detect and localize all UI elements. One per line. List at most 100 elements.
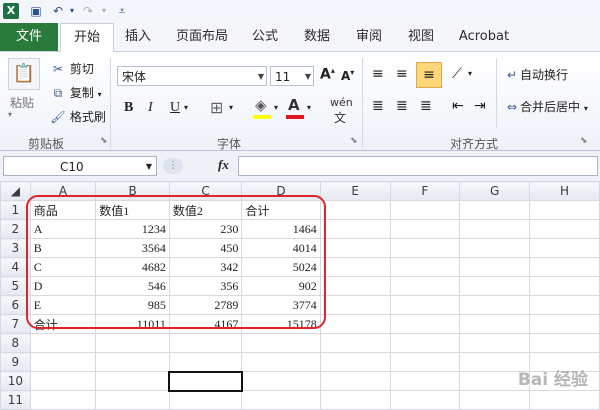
align-middle-icon[interactable]: ≡ <box>396 66 408 82</box>
formula-bar-grip-icon[interactable]: ⋮ <box>163 158 183 174</box>
table-cell[interactable]: C <box>29 257 97 277</box>
table-cell[interactable]: 1234 <box>95 219 170 239</box>
font-size-combo[interactable]: 11 ▼ <box>270 66 314 86</box>
table-cell[interactable] <box>389 314 461 334</box>
table-cell[interactable] <box>529 333 600 353</box>
table-cell[interactable] <box>459 219 531 239</box>
align-bottom-icon[interactable]: ≡ <box>416 62 442 88</box>
column-header-d[interactable]: D <box>241 181 321 201</box>
table-cell[interactable] <box>168 352 243 372</box>
table-cell[interactable]: 902 <box>241 276 321 296</box>
table-cell[interactable] <box>319 276 391 296</box>
table-cell[interactable]: 342 <box>168 257 243 277</box>
row-header[interactable]: 5 <box>0 276 31 296</box>
clipboard-launcher-icon[interactable]: ⬊ <box>100 136 108 146</box>
tab-home[interactable]: 开始 <box>60 23 114 52</box>
table-cell[interactable] <box>389 371 461 391</box>
row-header[interactable]: 7 <box>0 314 31 334</box>
table-cell[interactable] <box>459 333 531 353</box>
row-header[interactable]: 4 <box>0 257 31 277</box>
shrink-font-icon[interactable]: A▾ <box>341 68 354 83</box>
underline-dropdown-icon[interactable]: ▾ <box>184 103 188 112</box>
table-cell[interactable] <box>459 314 531 334</box>
align-left-icon[interactable]: ≣ <box>372 98 384 114</box>
table-cell[interactable]: E <box>29 295 97 315</box>
table-cell[interactable]: 356 <box>168 276 243 296</box>
table-cell[interactable] <box>241 333 321 353</box>
row-header[interactable]: 1 <box>0 200 31 220</box>
table-cell[interactable]: 1464 <box>241 219 321 239</box>
table-cell[interactable] <box>459 295 531 315</box>
tab-file[interactable]: 文件 <box>0 23 58 51</box>
table-cell[interactable]: B <box>29 238 97 258</box>
spreadsheet-grid[interactable]: ◢ A B C D E F G H 1 商品 数值1 数值2 合计 2 A 12… <box>0 181 600 410</box>
tab-data[interactable]: 数据 <box>298 23 336 51</box>
table-cell[interactable]: 4167 <box>168 314 243 334</box>
table-cell[interactable] <box>319 200 391 220</box>
alignment-launcher-icon[interactable]: ⬊ <box>580 136 588 146</box>
table-cell[interactable]: 4014 <box>241 238 321 258</box>
increase-indent-icon[interactable]: ⇥ <box>474 98 486 114</box>
tab-page-layout[interactable]: 页面布局 <box>170 23 234 51</box>
table-cell[interactable] <box>168 390 243 410</box>
table-cell[interactable] <box>529 295 600 315</box>
font-color-icon[interactable]: A <box>288 96 300 114</box>
table-cell[interactable] <box>459 257 531 277</box>
table-cell[interactable]: 数值1 <box>95 200 170 220</box>
table-cell[interactable] <box>389 276 461 296</box>
row-header[interactable]: 8 <box>0 333 31 353</box>
table-cell[interactable] <box>459 238 531 258</box>
table-cell[interactable] <box>389 238 461 258</box>
format-painter-button[interactable]: 🖌 格式刷 <box>50 108 105 125</box>
align-right-icon[interactable]: ≣ <box>420 98 432 114</box>
orientation-dropdown-icon[interactable]: ▾ <box>468 69 472 78</box>
table-cell[interactable]: 2789 <box>168 295 243 315</box>
table-cell[interactable] <box>529 238 600 258</box>
table-cell[interactable]: 合计 <box>241 200 321 220</box>
table-cell[interactable]: D <box>29 276 97 296</box>
table-cell[interactable] <box>29 352 97 372</box>
table-cell[interactable] <box>95 371 170 391</box>
phonetic-icon[interactable]: wén <box>330 96 353 109</box>
row-header[interactable]: 10 <box>0 371 31 391</box>
table-cell[interactable] <box>168 333 243 353</box>
table-cell[interactable] <box>29 333 97 353</box>
customize-toolbar-icon[interactable]: ⩡ <box>114 3 130 19</box>
tab-acrobat[interactable]: Acrobat <box>454 23 514 51</box>
table-cell[interactable] <box>241 390 321 410</box>
align-top-icon[interactable]: ≡ <box>372 66 384 82</box>
table-cell[interactable] <box>29 390 97 410</box>
table-cell[interactable] <box>389 352 461 372</box>
table-cell[interactable]: 5024 <box>241 257 321 277</box>
row-header[interactable]: 3 <box>0 238 31 258</box>
table-cell[interactable] <box>529 390 600 410</box>
table-cell[interactable] <box>529 257 600 277</box>
redo-dropdown-icon[interactable]: ▾ <box>96 3 112 19</box>
table-cell[interactable] <box>241 371 321 391</box>
table-cell[interactable]: 450 <box>168 238 243 258</box>
table-cell[interactable] <box>459 200 531 220</box>
table-cell[interactable] <box>459 276 531 296</box>
font-launcher-icon[interactable]: ⬊ <box>350 136 358 146</box>
grow-font-icon[interactable]: A▴ <box>320 66 335 83</box>
table-cell[interactable] <box>529 276 600 296</box>
table-cell[interactable] <box>319 295 391 315</box>
table-cell[interactable] <box>389 295 461 315</box>
table-cell[interactable]: 3564 <box>95 238 170 258</box>
insert-function-icon[interactable]: fx <box>218 157 229 173</box>
table-cell[interactable] <box>389 219 461 239</box>
column-header-e[interactable]: E <box>319 181 391 201</box>
redo-icon[interactable]: ↷ <box>80 3 96 19</box>
underline-icon[interactable]: U <box>170 100 180 116</box>
fill-color-icon[interactable]: ◈ <box>255 96 267 114</box>
italic-icon[interactable]: I <box>148 100 153 116</box>
table-cell[interactable] <box>29 371 97 391</box>
table-cell[interactable] <box>389 200 461 220</box>
table-cell[interactable] <box>529 200 600 220</box>
borders-dropdown-icon[interactable]: ▾ <box>229 103 233 112</box>
table-cell[interactable]: 15178 <box>241 314 321 334</box>
tab-view[interactable]: 视图 <box>402 23 440 51</box>
wrap-text-button[interactable]: ↵ 自动换行 <box>504 66 568 83</box>
table-cell[interactable]: 3774 <box>241 295 321 315</box>
table-cell[interactable] <box>319 314 391 334</box>
